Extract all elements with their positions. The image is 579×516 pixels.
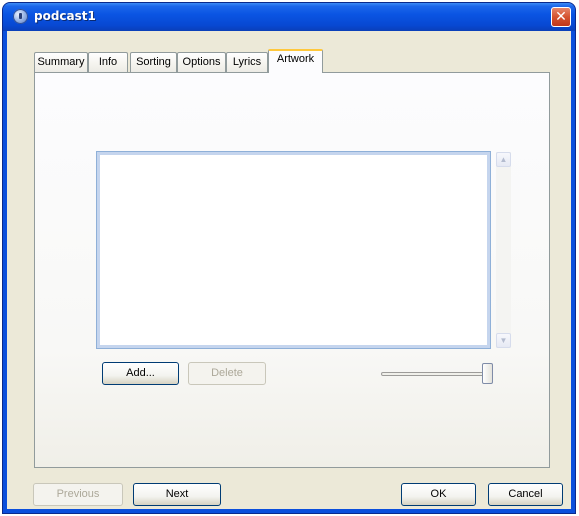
previous-button[interactable]: Previous (33, 483, 123, 506)
artwork-tab-panel: ▲ ▼ Add... Delete (34, 72, 550, 468)
add-artwork-button[interactable]: Add... (102, 362, 179, 385)
tab-artwork[interactable]: Artwork (268, 49, 323, 73)
tab-lyrics[interactable]: Lyrics (226, 52, 268, 72)
tab-summary[interactable]: Summary (34, 52, 88, 72)
window-title: podcast1 (34, 9, 96, 23)
slider-thumb[interactable] (482, 363, 493, 384)
next-button[interactable]: Next (133, 483, 221, 506)
cancel-button[interactable]: Cancel (488, 483, 563, 506)
scroll-up-arrow-icon[interactable]: ▲ (496, 152, 511, 167)
artwork-size-slider[interactable] (381, 372, 489, 376)
title-bar[interactable]: podcast1 ✕ (3, 3, 575, 31)
tab-info[interactable]: Info (88, 52, 128, 72)
ok-button[interactable]: OK (401, 483, 476, 506)
delete-artwork-button[interactable]: Delete (188, 362, 266, 385)
scroll-down-arrow-icon[interactable]: ▼ (496, 333, 511, 348)
tab-options[interactable]: Options (177, 52, 226, 72)
artwork-drop-area[interactable] (96, 151, 491, 349)
tab-sorting[interactable]: Sorting (130, 52, 177, 72)
dialog-body: Summary Info Sorting Options Lyrics Artw… (7, 31, 571, 509)
artwork-scrollbar[interactable]: ▲ ▼ (496, 152, 511, 348)
close-button[interactable]: ✕ (551, 7, 571, 27)
info-dialog-window: podcast1 ✕ Summary Info Sorting Options … (2, 2, 576, 514)
app-icon (13, 9, 28, 24)
